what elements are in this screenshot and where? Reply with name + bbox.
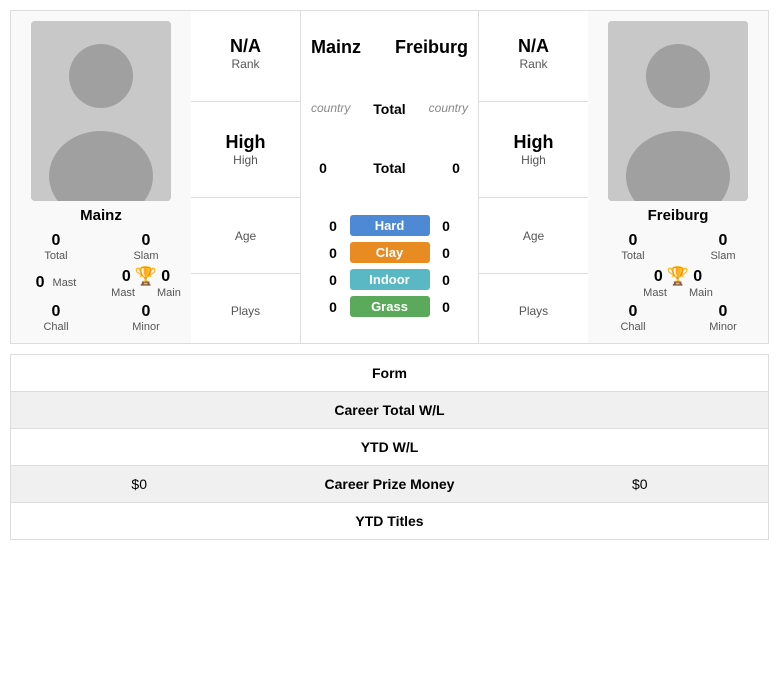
surface-right-val-1: 0 xyxy=(434,245,458,261)
right-player-card: Freiburg 0 Total 0 Slam 0 🏆 0 xyxy=(588,11,768,343)
surface-right-val-0: 0 xyxy=(434,218,458,234)
bottom-right-val-3: $0 xyxy=(632,476,752,492)
left-slam: 0 Slam xyxy=(106,232,186,262)
surface-badge-grass: Grass xyxy=(350,296,430,317)
surface-row-clay: 0 Clay 0 xyxy=(311,242,468,263)
right-slam: 0 Slam xyxy=(683,232,763,262)
surface-left-val-3: 0 xyxy=(321,299,345,315)
right-detail-panel: N/A Rank High High Age Plays xyxy=(478,11,588,343)
right-total: 0 Total xyxy=(593,232,673,262)
center-right-name: Freiburg xyxy=(395,37,468,58)
left-stats-grid: 0 Total 0 Slam 0 Mast 0 🏆 0 xyxy=(16,232,186,333)
right-mast-main: 0 🏆 0 Mast Main xyxy=(593,266,763,299)
right-age: Age xyxy=(479,221,588,251)
left-trophy-icon: 🏆 xyxy=(135,266,157,287)
surface-badge-hard: Hard xyxy=(350,215,430,236)
right-rank: N/A Rank xyxy=(479,28,588,79)
right-player-name: Freiburg xyxy=(648,207,709,224)
left-main: 0 🏆 0 Mast Main xyxy=(106,266,186,299)
left-rank: N/A Rank xyxy=(191,28,300,79)
bottom-row-0: Form xyxy=(11,355,768,392)
surface-left-val-2: 0 xyxy=(321,272,345,288)
left-mast: 0 Mast xyxy=(16,266,96,299)
left-avatar xyxy=(31,21,171,201)
left-chall: 0 Chall xyxy=(16,303,96,333)
total-right-val: 0 xyxy=(444,160,468,176)
right-avatar xyxy=(608,21,748,201)
left-player-name: Mainz xyxy=(80,207,122,224)
bottom-row-label-3: Career Prize Money xyxy=(147,476,632,492)
left-age: Age xyxy=(191,221,300,251)
left-player-card: Mainz 0 Total 0 Slam 0 Mast 0 🏆 xyxy=(11,11,191,343)
bottom-row-3: $0 Career Prize Money $0 xyxy=(11,466,768,503)
left-high: High High xyxy=(191,124,300,175)
surface-left-val-0: 0 xyxy=(321,218,345,234)
surface-left-val-1: 0 xyxy=(321,245,345,261)
total-left-val: 0 xyxy=(311,160,335,176)
right-plays: Plays xyxy=(479,296,588,326)
bottom-row-4: YTD Titles xyxy=(11,503,768,539)
right-high: High High xyxy=(479,124,588,175)
bottom-left-val-3: $0 xyxy=(27,476,147,492)
total-row: 0 Total 0 xyxy=(301,160,478,176)
left-total: 0 Total xyxy=(16,232,96,262)
surface-row-indoor: 0 Indoor 0 xyxy=(311,269,468,290)
bottom-row-label-4: YTD Titles xyxy=(147,513,632,529)
main-container: Mainz 0 Total 0 Slam 0 Mast 0 🏆 xyxy=(0,0,779,550)
surface-row-grass: 0 Grass 0 xyxy=(311,296,468,317)
surface-row-hard: 0 Hard 0 xyxy=(311,215,468,236)
bottom-stats-section: Form Career Total W/L YTD W/L $0 Career … xyxy=(10,354,769,540)
surface-right-val-2: 0 xyxy=(434,272,458,288)
center-left-name: Mainz xyxy=(311,37,361,58)
total-center-label: Total xyxy=(373,160,405,176)
right-chall: 0 Chall xyxy=(593,303,673,333)
right-country: country xyxy=(429,101,468,117)
bottom-row-label-2: YTD W/L xyxy=(147,439,632,455)
left-plays: Plays xyxy=(191,296,300,326)
left-minor: 0 Minor xyxy=(106,303,186,333)
surface-badge-indoor: Indoor xyxy=(350,269,430,290)
bottom-row-label-0: Form xyxy=(147,365,632,381)
surface-badge-clay: Clay xyxy=(350,242,430,263)
player-comparison: Mainz 0 Total 0 Slam 0 Mast 0 🏆 xyxy=(10,10,769,344)
bottom-row-2: YTD W/L xyxy=(11,429,768,466)
surface-right-val-3: 0 xyxy=(434,299,458,315)
right-stats-grid: 0 Total 0 Slam 0 🏆 0 Mast Main xyxy=(593,232,763,333)
left-country: country xyxy=(311,101,350,117)
bottom-row-1: Career Total W/L xyxy=(11,392,768,429)
center-total-label: Total xyxy=(373,101,405,117)
bottom-row-label-1: Career Total W/L xyxy=(147,402,632,418)
surface-rows: 0 Hard 0 0 Clay 0 0 Indoor 0 0 Grass 0 xyxy=(301,215,478,317)
right-trophy-icon: 🏆 xyxy=(667,266,689,287)
center-surfaces-panel: Mainz Freiburg country Total country 0 T… xyxy=(301,11,478,343)
left-detail-panel: N/A Rank High High Age Plays xyxy=(191,11,301,343)
right-minor: 0 Minor xyxy=(683,303,763,333)
